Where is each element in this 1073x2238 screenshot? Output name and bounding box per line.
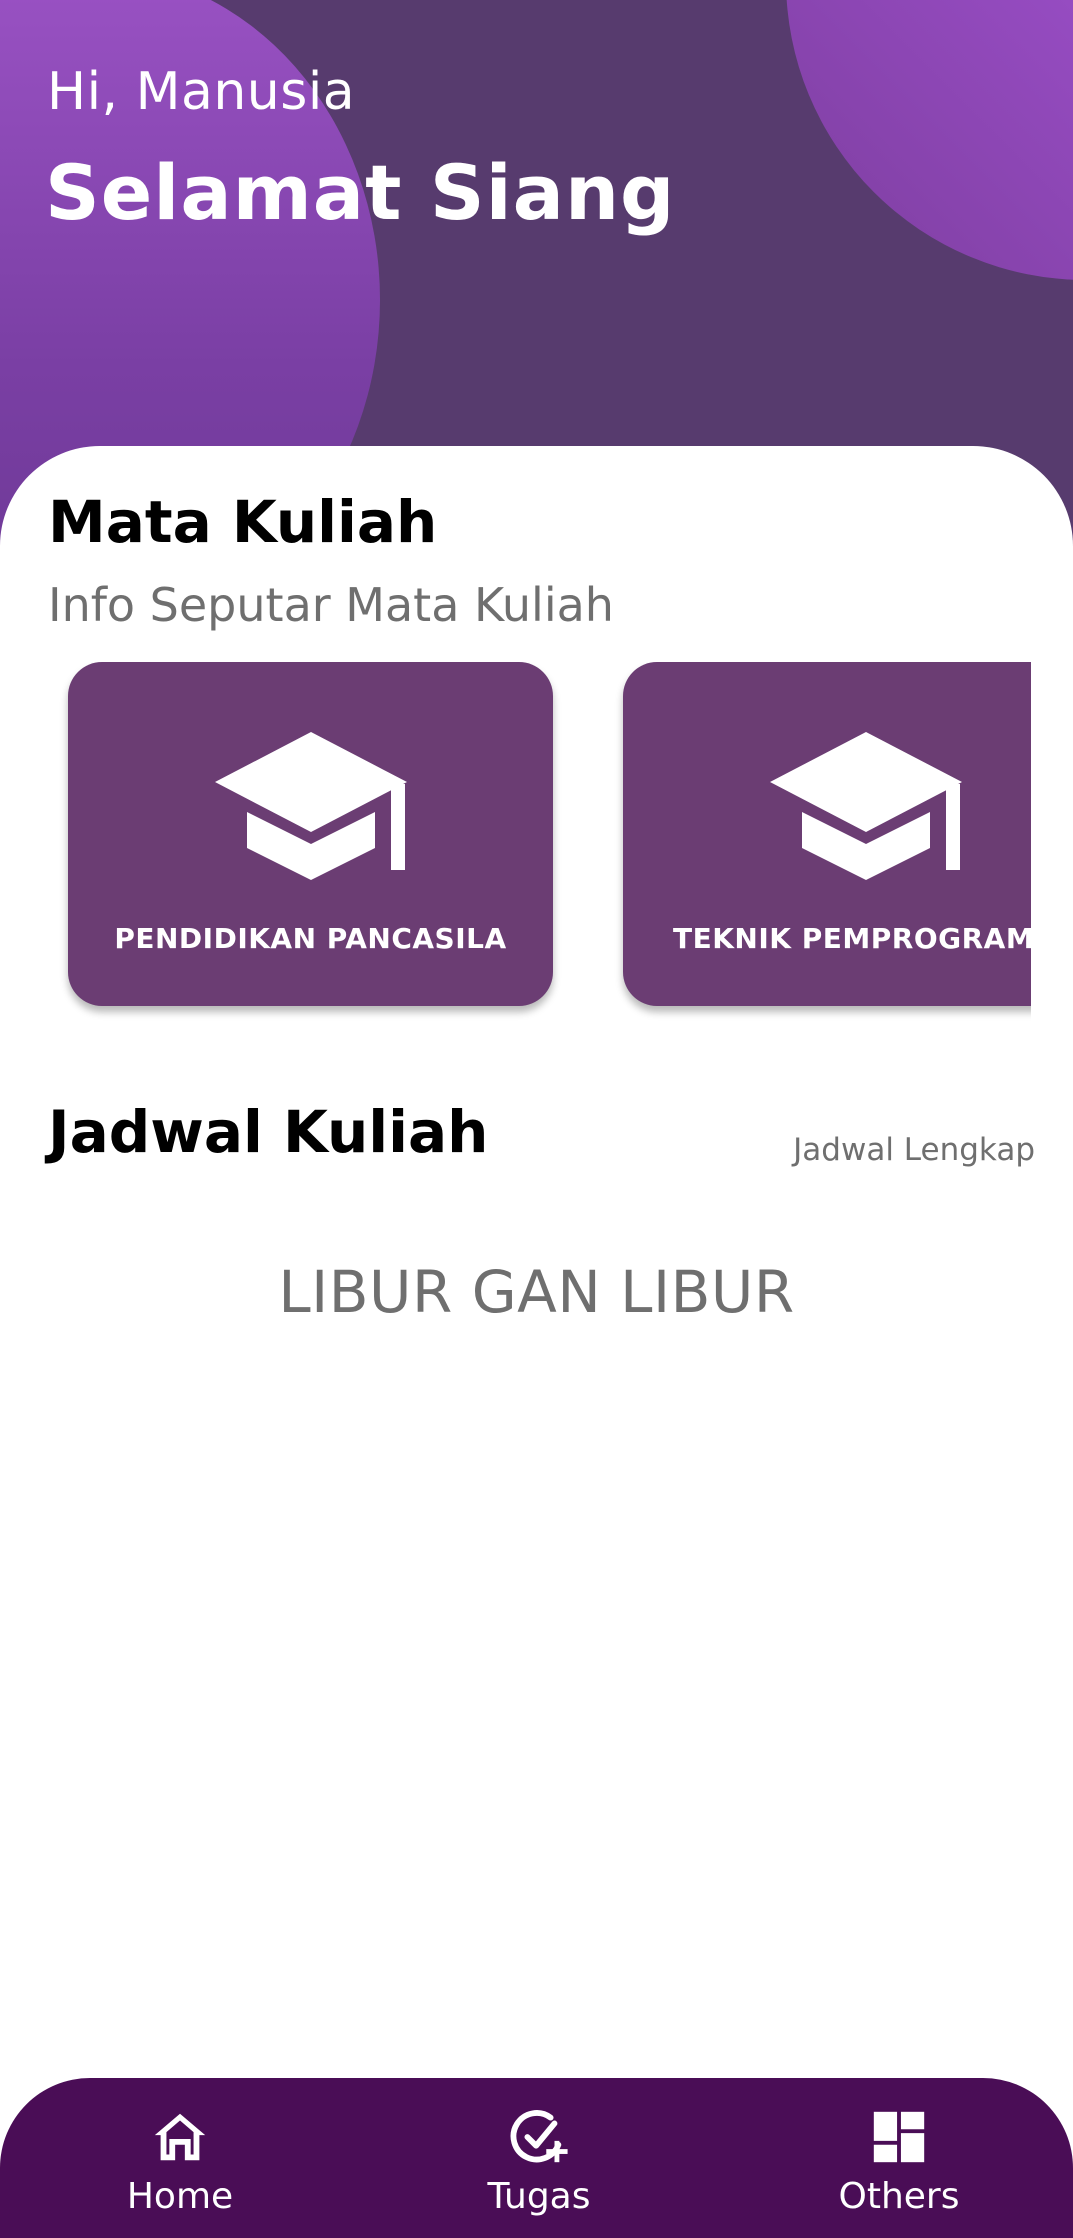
bottom-navigation-bar: Home Tugas Others	[0, 2078, 1073, 2238]
graduation-cap-icon	[214, 732, 407, 880]
schedule-section-title: Jadwal Kuliah	[48, 1098, 489, 1166]
course-name: PENDIDIKAN PANCASILA	[114, 922, 507, 955]
nav-label-tugas: Tugas	[487, 2176, 591, 2217]
course-name: TEKNIK PEMPROGRAMA	[673, 922, 1031, 955]
nav-item-others[interactable]: Others	[779, 2106, 1019, 2232]
nav-item-home[interactable]: Home	[60, 2106, 300, 2232]
graduation-cap-icon	[769, 732, 962, 880]
greeting-text: Hi, Manusia	[47, 62, 356, 122]
courses-section-title: Mata Kuliah	[48, 488, 438, 556]
check-add-icon	[510, 2110, 568, 2163]
nav-label-others: Others	[838, 2176, 960, 2217]
full-schedule-link[interactable]: Jadwal Lengkap	[793, 1132, 1035, 1168]
course-carousel[interactable]: PENDIDIKAN PANCASILA TEKNIK PEMPROGRAMA	[0, 662, 1031, 1022]
course-card-teknik-pemprograman[interactable]: TEKNIK PEMPROGRAMA	[623, 662, 1031, 1006]
salutation-title: Selamat Siang	[45, 148, 676, 237]
nav-item-tugas[interactable]: Tugas	[419, 2106, 659, 2232]
home-screen: Hi, Manusia Selamat Siang Mata Kuliah In…	[0, 0, 1073, 2238]
home-icon	[154, 2113, 206, 2161]
decorative-blob-right	[786, 0, 1073, 280]
course-card-pendidikan-pancasila[interactable]: PENDIDIKAN PANCASILA	[68, 662, 553, 1006]
schedule-empty-message: LIBUR GAN LIBUR	[278, 1258, 795, 1326]
courses-section-subtitle: Info Seputar Mata Kuliah	[48, 578, 614, 632]
nav-label-home: Home	[126, 2176, 234, 2217]
dashboard-icon	[873, 2111, 925, 2163]
